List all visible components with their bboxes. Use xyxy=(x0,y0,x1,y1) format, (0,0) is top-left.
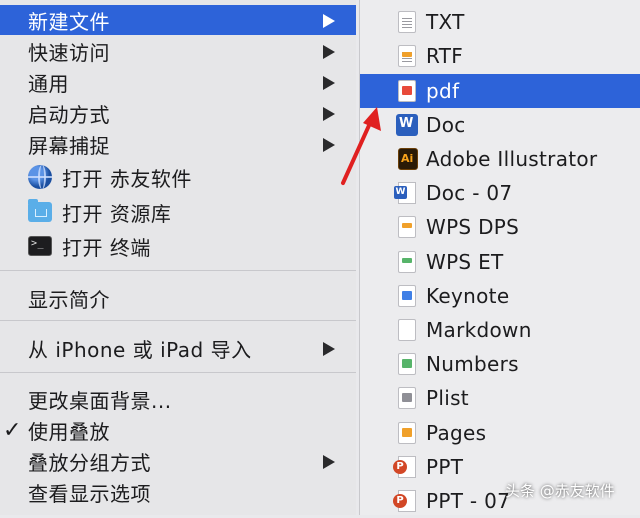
submenu-arrow-icon xyxy=(323,45,335,59)
submenu-item-label: Keynote xyxy=(426,284,510,308)
submenu-item-label: Markdown xyxy=(426,318,532,342)
menu-separator xyxy=(0,372,356,373)
submenu-item-label: Pages xyxy=(426,421,487,445)
pages-file-icon xyxy=(398,422,416,444)
menu-item-group-stacks-by[interactable]: 叠放分组方式 xyxy=(0,446,356,476)
submenu-item-label: Adobe Illustrator xyxy=(426,147,598,171)
submenu-item-adobe-illustrator[interactable]: Adobe Illustrator xyxy=(360,142,640,176)
context-menu: 新建文件 快速访问 通用 启动方式 屏幕捕捉 打开 赤友软件 打开 资源库 打开… xyxy=(0,0,356,515)
submenu-item-label: Numbers xyxy=(426,352,519,376)
word-icon xyxy=(396,114,418,136)
submenu-item-ppt[interactable]: PPT xyxy=(360,450,640,484)
submenu-arrow-icon xyxy=(323,455,335,469)
menu-item-get-info[interactable]: 显示简介 xyxy=(0,283,356,313)
menu-item-label: 屏幕捕捉 xyxy=(28,133,110,158)
submenu-arrow-icon xyxy=(323,76,335,90)
submenu-item-label: Plist xyxy=(426,386,469,410)
menu-item-label: 显示简介 xyxy=(28,287,110,312)
menu-item-label: 启动方式 xyxy=(28,102,110,127)
submenu-arrow-icon xyxy=(323,14,335,28)
submenu-item-label: pdf xyxy=(426,79,460,103)
menu-item-new-file[interactable]: 新建文件 xyxy=(0,5,356,35)
submenu-item-pages[interactable]: Pages xyxy=(360,416,640,450)
markdown-file-icon xyxy=(398,319,416,341)
submenu-arrow-icon xyxy=(323,107,335,121)
txt-file-icon xyxy=(398,11,416,33)
menu-separator xyxy=(0,320,356,321)
submenu-item-label: Doc xyxy=(426,113,466,137)
submenu-item-label: Doc - 07 xyxy=(426,181,513,205)
submenu-arrow-icon xyxy=(323,342,335,356)
menu-item-label: 快速访问 xyxy=(28,40,110,65)
menu-item-general[interactable]: 通用 xyxy=(0,67,356,97)
menu-item-use-stacks[interactable]: ✓ 使用叠放 xyxy=(0,415,356,445)
submenu-item-label: RTF xyxy=(426,44,464,68)
ppt-file-icon xyxy=(393,456,416,478)
menu-item-change-wallpaper[interactable]: 更改桌面背景... xyxy=(0,384,356,414)
submenu-item-label: PPT - 07 xyxy=(426,489,511,513)
annotation-arrow-icon xyxy=(341,107,381,185)
checkmark-icon: ✓ xyxy=(3,417,22,443)
menu-item-label: 打开 资源库 xyxy=(62,201,172,226)
menu-item-label: 打开 赤友软件 xyxy=(62,166,192,191)
submenu-arrow-icon xyxy=(323,138,335,152)
menu-item-label: 新建文件 xyxy=(28,9,110,34)
menu-item-open-chiyou[interactable]: 打开 赤友软件 xyxy=(0,162,356,192)
submenu-item-plist[interactable]: Plist xyxy=(360,381,640,415)
numbers-file-icon xyxy=(398,353,416,375)
rtf-file-icon xyxy=(398,45,416,67)
submenu-item-numbers[interactable]: Numbers xyxy=(360,347,640,381)
folder-icon xyxy=(28,199,52,222)
menu-item-label: 查看显示选项 xyxy=(28,481,151,506)
menu-item-screen-capture[interactable]: 屏幕捕捉 xyxy=(0,129,356,159)
illustrator-icon xyxy=(398,148,418,170)
submenu-item-wps-et[interactable]: WPS ET xyxy=(360,245,640,279)
submenu-item-wps-dps[interactable]: WPS DPS xyxy=(360,210,640,244)
submenu-item-markdown[interactable]: Markdown xyxy=(360,313,640,347)
submenu-item-keynote[interactable]: Keynote xyxy=(360,279,640,313)
menu-item-open-library[interactable]: 打开 资源库 xyxy=(0,197,356,227)
menu-item-quick-access[interactable]: 快速访问 xyxy=(0,36,356,66)
menu-item-label: 叠放分组方式 xyxy=(28,450,151,475)
plist-file-icon xyxy=(398,387,416,409)
menu-item-open-terminal[interactable]: 打开 终端 xyxy=(0,231,356,261)
menu-item-launch-mode[interactable]: 启动方式 xyxy=(0,98,356,128)
menu-item-label: 通用 xyxy=(28,71,69,96)
word-doc-icon xyxy=(394,182,416,204)
submenu-item-rtf[interactable]: RTF xyxy=(360,39,640,73)
submenu-item-label: PPT xyxy=(426,455,464,479)
ppt-file-icon xyxy=(393,490,416,512)
submenu-item-doc-07[interactable]: Doc - 07 xyxy=(360,176,640,210)
submenu-item-pdf[interactable]: pdf xyxy=(360,74,640,108)
submenu-item-txt[interactable]: TXT xyxy=(360,5,640,39)
menu-item-label: 更改桌面背景... xyxy=(28,388,172,413)
watermark: 头条 @赤友软件 xyxy=(505,482,615,500)
submenu-item-label: WPS ET xyxy=(426,250,504,274)
menu-item-show-view-options[interactable]: 查看显示选项 xyxy=(0,477,356,507)
submenu-item-label: WPS DPS xyxy=(426,215,520,239)
globe-icon xyxy=(28,165,52,189)
menu-separator xyxy=(0,270,356,271)
wps-et-file-icon xyxy=(398,251,416,273)
pdf-file-icon xyxy=(398,80,416,102)
wps-dps-file-icon xyxy=(398,216,416,238)
new-file-submenu: TXT RTF pdf Doc Adobe Illustrator Doc - … xyxy=(359,0,640,515)
menu-item-label: 使用叠放 xyxy=(28,419,110,444)
submenu-item-doc[interactable]: Doc xyxy=(360,108,640,142)
keynote-file-icon xyxy=(398,285,416,307)
menu-item-import-from-iphone[interactable]: 从 iPhone 或 iPad 导入 xyxy=(0,333,356,363)
terminal-icon xyxy=(28,236,52,256)
menu-item-label: 打开 终端 xyxy=(62,235,151,260)
submenu-item-label: TXT xyxy=(426,10,465,34)
menu-item-label: 从 iPhone 或 iPad 导入 xyxy=(28,337,252,362)
